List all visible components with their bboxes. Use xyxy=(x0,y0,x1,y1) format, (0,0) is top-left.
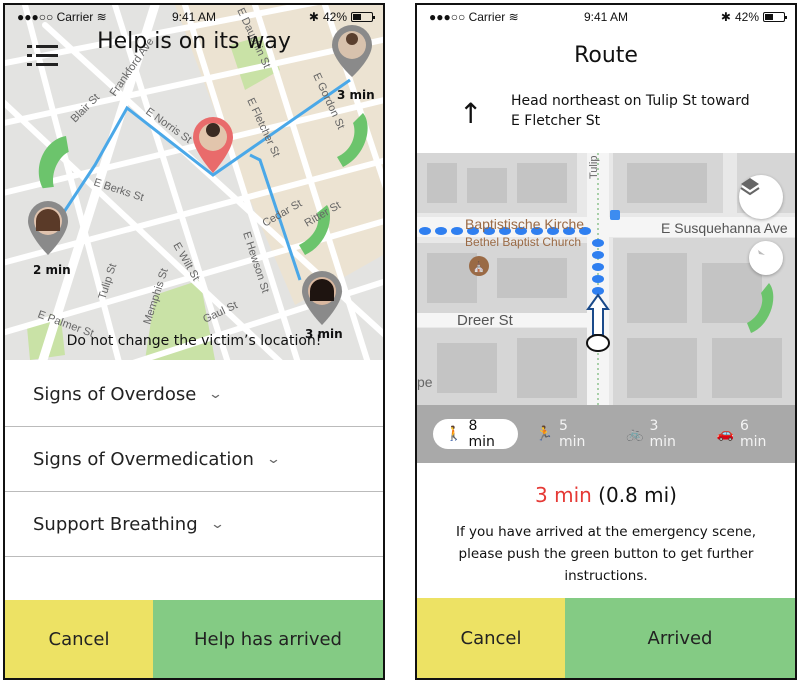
mode-time: 3 min xyxy=(649,418,676,450)
chevron-down-icon: ⌄ xyxy=(209,516,225,532)
battery-percent: 42% xyxy=(322,10,347,24)
action-bar: Cancel Help has arrived xyxy=(5,600,383,678)
walk-icon: 🚶 xyxy=(445,426,463,442)
mode-time: 5 min xyxy=(558,418,586,450)
accordion-label: Support Breathing xyxy=(33,513,198,535)
mode-run[interactable]: 🏃 5 min xyxy=(524,418,609,450)
accordion-item-overmedication[interactable]: Signs of Overmedication ⌄ xyxy=(5,427,383,492)
instruction-line: E Fletcher St xyxy=(511,113,601,129)
arrow-up-icon: ↑ xyxy=(459,97,483,130)
battery-percent: 42% xyxy=(734,10,759,24)
battery-icon xyxy=(351,12,375,22)
accordion-label: Signs of Overdose xyxy=(33,383,197,405)
compass-icon xyxy=(751,245,765,255)
street-label: E Berks St xyxy=(92,176,145,203)
bike-icon: 🚲 xyxy=(626,426,644,442)
street-label: E Susquehanna Ave xyxy=(661,220,788,236)
instruction-line: Head northeast on Tulip St toward xyxy=(511,93,750,109)
first-aid-accordion: Signs of Overdose ⌄ Signs of Overmedicat… xyxy=(5,362,383,557)
svg-text:⛪: ⛪ xyxy=(473,260,485,273)
battery-icon xyxy=(763,12,787,22)
warning-message: Do not change the victim’s location! xyxy=(66,333,322,349)
help-on-way-screen: Blair St Frankford Ave E Norris St E Dau… xyxy=(3,3,385,680)
page-title: Help is on its way xyxy=(97,29,291,54)
arrived-button[interactable]: Arrived xyxy=(565,598,795,678)
status-bar: ●●●○○ Carrier ≋ 9:41 AM ✱ 42% xyxy=(5,5,383,27)
route-map[interactable]: ⛪ Tulip St Baptistische Kirche Bethel Ba… xyxy=(417,153,795,405)
cancel-button[interactable]: Cancel xyxy=(417,598,565,678)
mode-time: 6 min xyxy=(739,418,767,450)
bluetooth-icon: ✱ xyxy=(308,10,319,24)
run-icon: 🏃 xyxy=(535,426,553,442)
help-arrived-button[interactable]: Help has arrived xyxy=(153,600,383,678)
mode-walk[interactable]: 🚶 8 min xyxy=(433,418,518,450)
layers-button[interactable] xyxy=(739,175,783,219)
turn-instruction: ↑ Head northeast on Tulip St toward E Fl… xyxy=(417,91,795,147)
poi-label: Baptistische Kirche xyxy=(465,216,584,232)
arrival-instructions: If you have arrived at the emergency sce… xyxy=(455,524,756,584)
poi-label: Bethel Baptist Church xyxy=(465,235,581,249)
eta-time: 3 min xyxy=(535,483,592,507)
responder-eta: 2 min xyxy=(33,263,71,277)
street-label: Tulip St xyxy=(588,153,600,179)
status-bar: ●●●○○ Carrier ≋ 9:41 AM ✱ 42% xyxy=(417,5,795,27)
route-screen: ●●●○○ Carrier ≋ 9:41 AM ✱ 42% Route ↑ Hea… xyxy=(415,3,797,680)
responder-eta: 3 min xyxy=(337,88,375,102)
street-label: Dreer St xyxy=(457,312,514,329)
layers-icon xyxy=(740,178,760,196)
chevron-down-icon: ⌄ xyxy=(265,451,281,467)
page-title: Route xyxy=(574,43,638,68)
bluetooth-icon: ✱ xyxy=(720,10,731,24)
car-icon: 🚗 xyxy=(716,426,734,442)
cancel-button[interactable]: Cancel xyxy=(5,600,153,678)
compass-button[interactable] xyxy=(749,241,783,275)
eta-summary: 3 min (0.8 mi) xyxy=(417,483,795,507)
bus-stop-icon xyxy=(610,210,620,220)
street-label: pe xyxy=(417,374,433,390)
chevron-down-icon: ⌄ xyxy=(208,386,224,402)
map-view[interactable]: Blair St Frankford Ave E Norris St E Dau… xyxy=(5,5,383,360)
accordion-item-breathing[interactable]: Support Breathing ⌄ xyxy=(5,492,383,557)
travel-mode-bar: 🚶 8 min 🏃 5 min 🚲 3 min 🚗 6 min xyxy=(417,405,795,463)
action-bar: Cancel Arrived xyxy=(417,598,795,678)
accordion-item-overdose[interactable]: Signs of Overdose ⌄ xyxy=(5,362,383,427)
accordion-label: Signs of Overmedication xyxy=(33,448,254,470)
mode-time: 8 min xyxy=(468,418,495,450)
mode-bike[interactable]: 🚲 3 min xyxy=(614,418,699,450)
responder-pin-bottom-right[interactable] xyxy=(302,271,342,325)
eta-distance: (0.8 mi) xyxy=(598,483,677,507)
mode-car[interactable]: 🚗 6 min xyxy=(705,418,790,450)
